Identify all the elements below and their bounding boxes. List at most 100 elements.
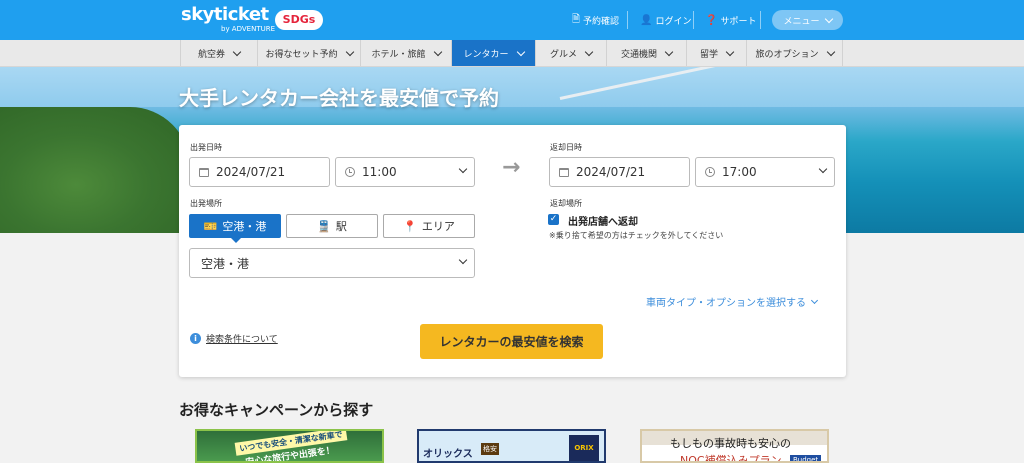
banner-text: オリックス [423,449,473,460]
chevron-down-icon [345,47,354,56]
info-icon: i [190,333,201,344]
menu-label: メニュー [783,16,820,27]
depart-date-value: 2024/07/21 [216,165,286,179]
clock-icon [345,167,355,177]
nav-tab-label: ホテル・旅館 [371,49,426,60]
user-icon: 👤 [640,14,653,26]
service-nav: 航空券 お得なセット予約 ホテル・旅館 レンタカー グルメ 交通機関 留学 旅の… [0,40,1024,67]
train-icon: 🚆 [317,219,331,233]
place-tab-label: エリア [421,220,455,233]
skyticket-logo[interactable]: skyticket by ADVENTURE [181,4,275,34]
nav-tab-label: グルメ [549,49,577,60]
place-tab-area[interactable]: 📍 エリア [383,214,475,238]
depart-time-value: 11:00 [362,165,397,179]
depart-time-select[interactable]: 11:00 [335,157,475,187]
login-label: ログイン [655,16,692,27]
login-link[interactable]: 👤 ログイン [640,12,691,28]
nav-tab-transport[interactable]: 交通機関 [606,40,686,66]
calendar-icon [199,167,209,177]
place-tab-label: 空港・港 [222,220,267,233]
depart-datetime-label: 出発日時 [190,143,222,152]
document-icon: 🗎 [572,13,581,25]
nav-tab-label: 航空券 [197,49,225,60]
nav-tab-rental-car[interactable]: レンタカー [451,40,535,66]
vehicle-options-link[interactable]: 車両タイプ・オプションを選択する [646,294,819,309]
calendar-icon [559,167,569,177]
nav-tab-hotels[interactable]: ホテル・旅館 [360,40,451,66]
chevron-down-icon [826,47,835,56]
chevron-down-icon [725,47,735,56]
return-time-select[interactable]: 17:00 [695,157,835,187]
banner-badge: 格安 [481,443,499,455]
ticket-icon: 🎫 [203,219,218,233]
pin-icon: 📍 [403,219,417,233]
reservation-check-label: 予約確認 [583,16,620,27]
chevron-down-icon [458,164,468,174]
depart-date-field[interactable]: 2024/07/21 [189,157,330,187]
menu-button[interactable]: メニュー [772,10,843,30]
nav-tab-label: 交通機関 [620,49,657,60]
chevron-down-icon [433,47,442,56]
chevron-down-icon [664,47,674,56]
campaign-banner-noc[interactable]: もしもの事故時も安心の NOC補償込みプラン Budget [640,429,829,463]
header-divider [760,11,761,29]
hero-sky [0,67,1024,107]
return-datetime-label: 返却日時 [550,143,582,152]
return-date-field[interactable]: 2024/07/21 [549,157,690,187]
return-place-label: 返却場所 [550,199,582,208]
hero-title: 大手レンタカー会社を最安値で予約 [179,86,499,110]
return-same-checkbox[interactable]: ✓ [548,214,559,225]
sdgs-badge[interactable]: SDGs [275,10,323,30]
support-label: サポート [720,16,757,27]
nav-tab-gourmet[interactable]: グルメ [535,40,606,66]
nav-tab-label: 留学 [699,49,718,60]
return-note: ※乗り捨て希望の方はチェックを外してください [549,231,724,240]
depart-place-value: 空港・港 [201,256,250,271]
orix-logo: ORIX [569,435,599,461]
reservation-check-link[interactable]: 🗎 予約確認 [572,12,619,28]
search-card: 出発日時 2024/07/21 11:00 → 返却日時 2024/07/21 … [179,125,846,377]
nav-tab-label: レンタカー [463,49,509,60]
search-conditions-link[interactable]: i 検索条件について [190,332,278,345]
chevron-down-icon [818,164,828,174]
chevron-down-icon [458,255,468,265]
campaign-banner-newcar[interactable]: いつでも安全・清潔な新車で 安心な旅行や出張を！ [195,429,384,463]
place-tab-label: 駅 [335,220,347,233]
help-icon: ❓ [705,14,718,26]
place-tab-station[interactable]: 🚆 駅 [286,214,378,238]
depart-place-label: 出発場所 [190,199,222,208]
depart-place-select[interactable]: 空港・港 [189,248,475,278]
clock-icon [705,167,715,177]
nav-tab-flights[interactable]: 航空券 [180,40,257,66]
nav-tab-set-deals[interactable]: お得なセット予約 [257,40,360,66]
banner-text: NOC補償込みプラン [680,454,782,463]
nav-tab-label: 旅のオプション [755,49,819,60]
campaign-banner-orix[interactable]: オリックス 格安 ORIX [417,429,606,463]
search-conditions-label: 検索条件について [206,335,278,345]
campaign-section-title: お得なキャンペーンから探す [179,401,374,419]
nav-tab-study-abroad[interactable]: 留学 [686,40,746,66]
nav-tab-travel-options[interactable]: 旅のオプション [746,40,843,66]
chevron-down-icon [584,47,594,56]
hero-island [0,107,190,233]
search-button[interactable]: レンタカーの最安値を検索 [420,324,603,359]
site-header: skyticket by ADVENTURE SDGs 🗎 予約確認 👤 ログイ… [0,0,1024,40]
return-date-value: 2024/07/21 [576,165,646,179]
banner-text: もしもの事故時も安心の [670,437,791,450]
logo-sub-text: by ADVENTURE [221,25,276,33]
return-time-value: 17:00 [722,165,757,179]
chevron-down-icon [824,14,833,23]
logo-main-text: skyticket [181,4,269,25]
nav-tab-label: お得なセット予約 [265,49,338,60]
chevron-down-icon [810,296,819,304]
place-tab-airport[interactable]: 🎫 空港・港 [189,214,281,243]
header-divider [693,11,694,29]
return-same-label[interactable]: 出発店舗へ返却 [568,213,638,228]
vehicle-options-label: 車両タイプ・オプションを選択する [646,298,806,309]
budget-logo: Budget [790,455,822,461]
arrow-right-icon: → [502,155,521,180]
chevron-down-icon [516,47,525,56]
chevron-down-icon [232,47,242,56]
header-divider [627,11,628,29]
support-link[interactable]: ❓ サポート [705,12,756,28]
